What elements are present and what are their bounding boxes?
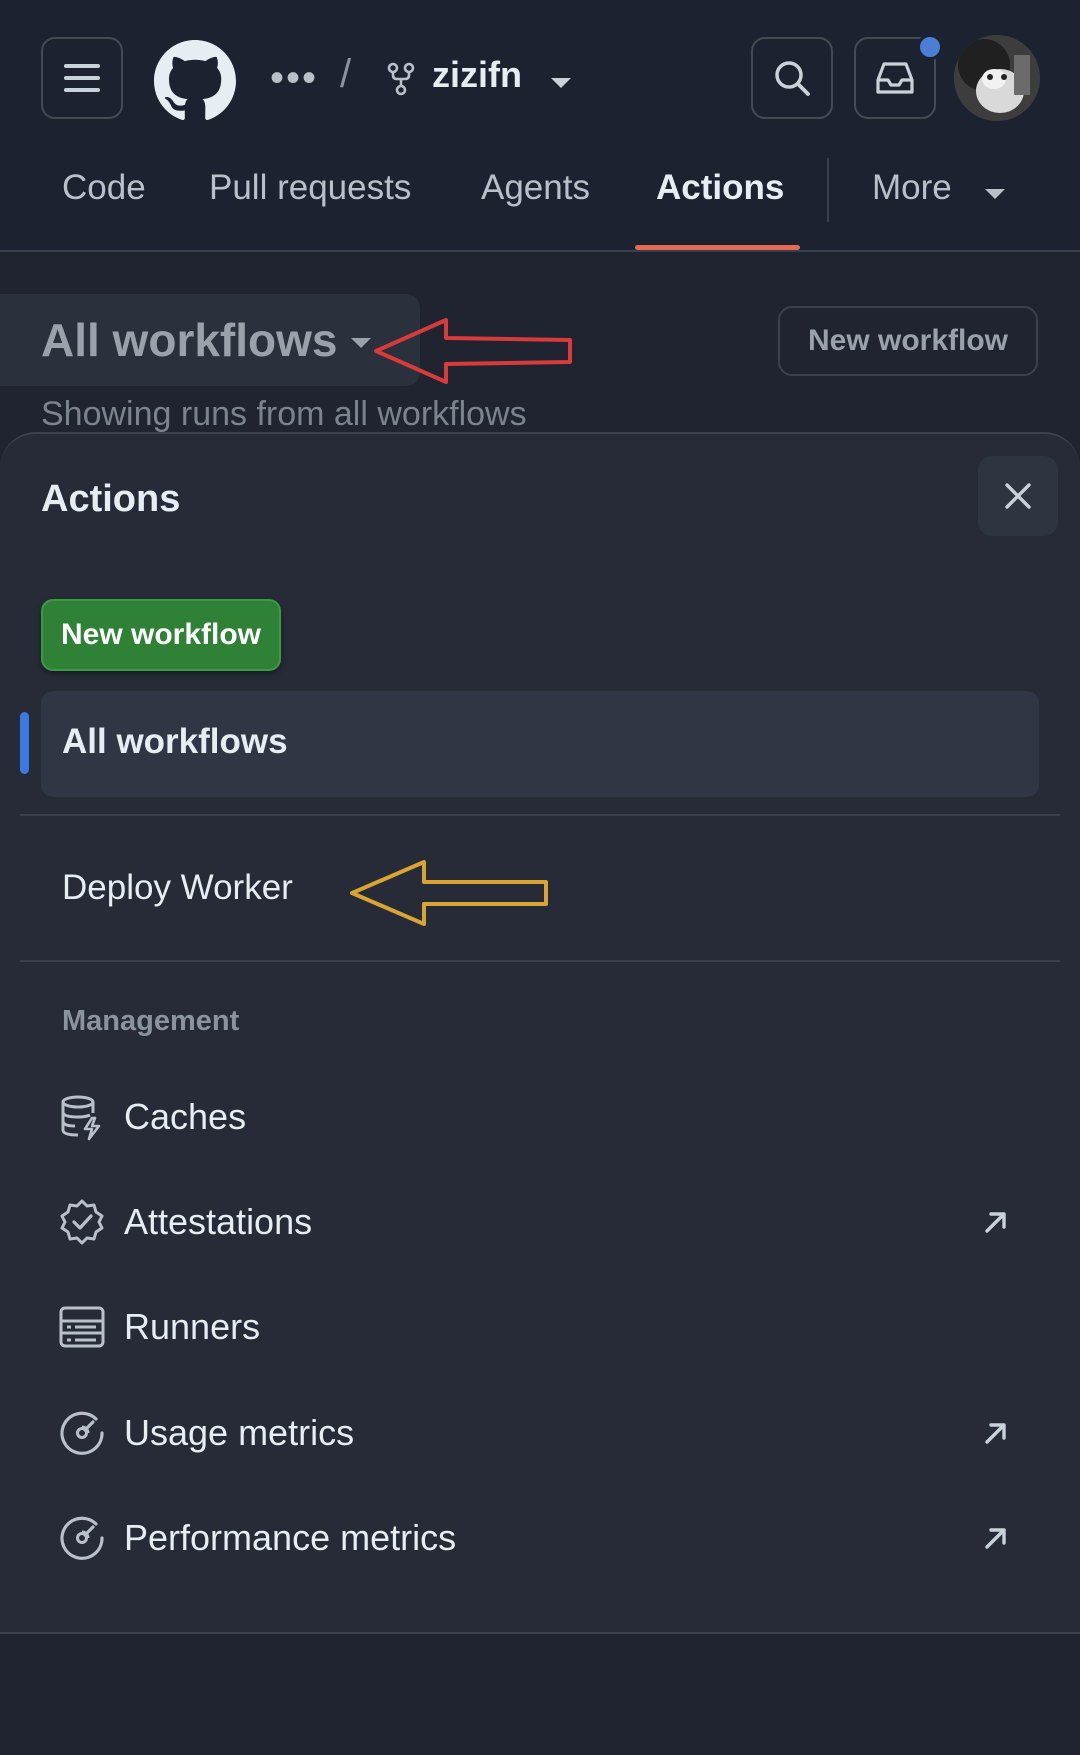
- active-tab-underline: [635, 245, 800, 250]
- workflow-item-label: All workflows: [62, 722, 288, 761]
- page-bottom-area: [0, 1634, 1080, 1755]
- notification-dot: [917, 34, 943, 60]
- close-icon: [1005, 483, 1031, 509]
- external-link-arrow-icon: [985, 1212, 1006, 1233]
- menu-item-usage-metrics[interactable]: Usage metrics: [124, 1412, 354, 1454]
- verified-badge-icon: [60, 1199, 104, 1245]
- tab-actions[interactable]: Actions: [656, 168, 784, 208]
- hamburger-menu-button[interactable]: [41, 37, 123, 119]
- menu-item-performance-metrics[interactable]: Performance metrics: [124, 1517, 456, 1559]
- workflow-dropdown-caret-icon[interactable]: [350, 337, 372, 349]
- breadcrumb-separator: /: [340, 52, 352, 96]
- search-button[interactable]: [751, 37, 833, 119]
- menu-item-caches[interactable]: Caches: [124, 1096, 246, 1138]
- page-subtitle: Showing runs from all workflows: [41, 395, 527, 433]
- inbox-icon: [876, 62, 914, 94]
- tab-more[interactable]: More: [872, 168, 952, 208]
- github-logo-icon[interactable]: [154, 40, 236, 122]
- meter-icon: [60, 1516, 104, 1560]
- workflow-item-deploy-worker[interactable]: Deploy Worker: [62, 868, 293, 908]
- repo-name[interactable]: zizifn: [432, 54, 522, 96]
- menu-item-attestations[interactable]: Attestations: [124, 1201, 312, 1243]
- management-heading: Management: [62, 1005, 240, 1037]
- sheet-title: Actions: [41, 478, 181, 520]
- tab-code[interactable]: Code: [62, 168, 146, 208]
- new-workflow-button-background[interactable]: New workflow: [778, 306, 1038, 376]
- search-icon: [775, 61, 810, 96]
- server-icon: [59, 1306, 105, 1348]
- repo-fork-icon: [387, 62, 415, 96]
- tab-pull-requests[interactable]: Pull requests: [209, 168, 411, 208]
- more-caret-icon[interactable]: [984, 188, 1006, 200]
- tab-separator: [827, 158, 829, 222]
- external-link-arrow-icon: [985, 1423, 1006, 1444]
- close-button[interactable]: [978, 456, 1058, 536]
- yellow-arrow-annotation: [350, 860, 548, 926]
- divider: [20, 960, 1060, 962]
- red-arrow-annotation: [374, 318, 572, 384]
- tab-agents[interactable]: Agents: [481, 168, 590, 208]
- breadcrumb-ellipsis[interactable]: •••: [270, 56, 318, 101]
- external-link-arrow-icon: [985, 1528, 1006, 1549]
- database-icon: [61, 1095, 101, 1141]
- selected-indicator: [20, 712, 29, 774]
- menu-item-runners[interactable]: Runners: [124, 1306, 260, 1348]
- page-title: All workflows: [41, 314, 338, 366]
- repo-dropdown-caret-icon[interactable]: [550, 77, 572, 89]
- new-workflow-button[interactable]: New workflow: [41, 599, 281, 671]
- hamburger-icon: [64, 64, 100, 92]
- user-avatar[interactable]: [954, 35, 1040, 121]
- divider: [20, 814, 1060, 816]
- meter-icon: [60, 1411, 104, 1455]
